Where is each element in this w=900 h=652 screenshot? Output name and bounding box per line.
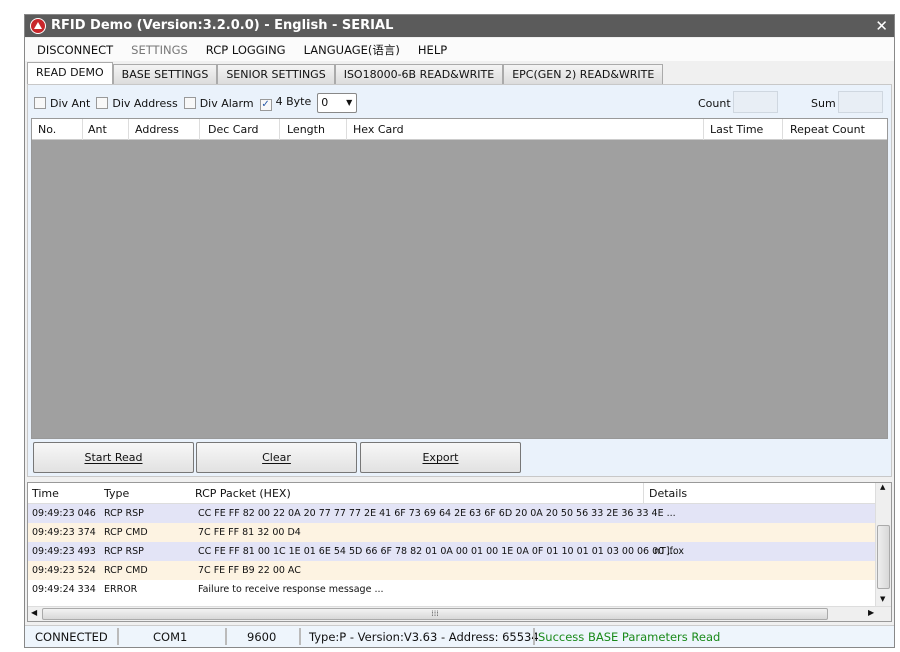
menu-disconnect[interactable]: DISCONNECT <box>37 43 113 57</box>
close-icon[interactable]: ✕ <box>875 15 888 37</box>
menu-rcp-logging[interactable]: RCP LOGGING <box>206 43 286 57</box>
scroll-down-icon[interactable]: ▼ <box>880 595 885 603</box>
tab-base-settings[interactable]: BASE SETTINGS <box>112 64 218 85</box>
log-type: RCP CMD <box>104 527 148 538</box>
menu-help[interactable]: HELP <box>418 43 447 57</box>
div-alarm-checkbox[interactable]: Div Alarm <box>183 96 254 110</box>
log-time: 09:49:23 046 <box>32 508 96 519</box>
log-time: 09:49:23 493 <box>32 546 96 557</box>
hscroll-thumb[interactable]: ⁞⁞⁞ <box>42 608 828 620</box>
sum-label: Sum <box>811 97 836 110</box>
app-window: RFID Demo (Version:3.2.0.0) - English - … <box>24 14 895 648</box>
options-row: Div Ant Div Address Div Alarm ✓ 4 Byte 0 ▼ <box>34 93 358 113</box>
div-alarm-label: Div Alarm <box>199 96 254 110</box>
tab-senior-settings[interactable]: SENIOR SETTINGS <box>217 64 335 85</box>
chevron-down-icon: ▼ <box>346 98 353 107</box>
div-address-checkbox[interactable]: Div Address <box>96 96 178 110</box>
app-logo-icon <box>30 18 46 34</box>
col-last-time[interactable]: Last Time <box>710 123 763 136</box>
scroll-up-icon[interactable]: ▲ <box>880 483 885 491</box>
tab-epc-gen2[interactable]: EPC(GEN 2) READ&WRITE <box>503 64 664 85</box>
title-bar: RFID Demo (Version:3.2.0.0) - English - … <box>25 15 894 37</box>
menu-bar: DISCONNECT SETTINGS RCP LOGGING LANGUAGE… <box>25 38 894 61</box>
log-row[interactable]: 09:49:23 493 RCP RSP CC FE FF 81 00 1C 1E … <box>28 542 876 561</box>
log-type: RCP CMD <box>104 565 148 576</box>
tab-iso18000[interactable]: ISO18000-6B READ&WRITE <box>334 64 504 85</box>
col-ant[interactable]: Ant <box>88 123 107 136</box>
read-demo-panel: Div Ant Div Address Div Alarm ✓ 4 Byte 0 ▼… <box>27 84 892 477</box>
log-row[interactable]: 09:49:23 524 RCP CMD 7C FE FF B9 22 00 AC <box>28 561 876 580</box>
div-address-label: Div Address <box>112 96 178 110</box>
log-time: 09:49:23 374 <box>32 527 96 538</box>
rcp-log-list[interactable]: Time Type RCP Packet (HEX) Details 09:49… <box>27 482 892 622</box>
byte-select[interactable]: 0 ▼ <box>317 93 358 113</box>
col-hex-card[interactable]: Hex Card <box>353 123 404 136</box>
col-no[interactable]: No. <box>38 123 56 136</box>
col-address[interactable]: Address <box>135 123 179 136</box>
col-packet[interactable]: RCP Packet (HEX) <box>195 487 291 500</box>
scroll-left-icon[interactable]: ◀ <box>31 608 37 617</box>
check-icon: ✓ <box>259 99 272 111</box>
status-message: Success BASE Parameters Read <box>538 630 721 644</box>
vertical-scrollbar[interactable]: ▲ ▼ <box>875 483 891 607</box>
sum-field <box>838 91 883 113</box>
col-length[interactable]: Length <box>287 123 325 136</box>
log-packet: CC FE FF 81 00 1C 1E 01 6E 54 5D 66 6F 7… <box>198 546 677 557</box>
col-repeat-count[interactable]: Repeat Count <box>790 123 865 136</box>
log-row[interactable]: 09:49:23 374 RCP CMD 7C FE FF 81 32 00 D4 <box>28 523 876 542</box>
log-time: 09:49:23 524 <box>32 565 96 576</box>
log-type: RCP RSP <box>104 508 144 519</box>
status-baud: 9600 <box>247 630 277 644</box>
log-details: nT]fox <box>654 546 685 557</box>
four-byte-label: 4 Byte <box>275 95 312 108</box>
div-ant-label: Div Ant <box>50 96 91 110</box>
div-ant-checkbox[interactable]: Div Ant <box>34 96 91 110</box>
log-packet: Failure to receive response message ... <box>198 584 384 595</box>
count-label: Count <box>698 97 731 110</box>
grid-header: No. Ant Address Dec Card Length Hex Card… <box>32 119 887 140</box>
status-connection: CONNECTED <box>35 630 108 644</box>
count-field <box>733 91 778 113</box>
log-packet: 7C FE FF 81 32 00 D4 <box>198 527 301 538</box>
status-port: COM1 <box>153 630 188 644</box>
start-read-button[interactable]: Start Read <box>33 442 194 473</box>
tab-bar: READ DEMO BASE SETTINGS SENIOR SETTINGS … <box>25 62 664 85</box>
select-value: 0 <box>321 96 329 109</box>
scroll-thumb[interactable] <box>877 525 890 589</box>
log-type: ERROR <box>104 584 138 595</box>
window-title: RFID Demo (Version:3.2.0.0) - English - … <box>51 18 394 33</box>
menu-settings[interactable]: SETTINGS <box>131 43 188 57</box>
log-row[interactable]: 09:49:24 334 ERROR Failure to receive resp… <box>28 580 876 599</box>
col-time[interactable]: Time <box>32 487 59 500</box>
tab-read-demo[interactable]: READ DEMO <box>27 62 113 85</box>
log-row[interactable]: 09:49:23 046 RCP RSP CC FE FF 82 00 22 0A … <box>28 504 876 523</box>
scroll-right-icon[interactable]: ▶ <box>868 608 874 617</box>
status-device: Type:P - Version:V3.63 - Address: 65534 <box>309 630 539 644</box>
export-button[interactable]: Export <box>360 442 521 473</box>
tag-grid[interactable]: No. Ant Address Dec Card Length Hex Card… <box>31 118 888 439</box>
col-details[interactable]: Details <box>649 487 687 500</box>
status-bar: CONNECTED COM1 9600 Type:P - Version:V3.… <box>25 625 894 647</box>
col-type[interactable]: Type <box>104 487 129 500</box>
horizontal-scrollbar[interactable]: ◀ ⁞⁞⁞ ▶ <box>28 606 891 621</box>
four-byte-checkbox[interactable]: ✓ 4 Byte <box>259 95 312 111</box>
menu-language[interactable]: LANGUAGE(语言) <box>304 42 400 58</box>
log-header: Time Type RCP Packet (HEX) Details <box>28 483 891 504</box>
log-type: RCP RSP <box>104 546 144 557</box>
log-packet: CC FE FF 82 00 22 0A 20 77 77 77 2E 41 6… <box>198 508 676 519</box>
col-dec-card[interactable]: Dec Card <box>208 123 259 136</box>
log-time: 09:49:24 334 <box>32 584 96 595</box>
clear-button[interactable]: Clear <box>196 442 357 473</box>
log-packet: 7C FE FF B9 22 00 AC <box>198 565 301 576</box>
